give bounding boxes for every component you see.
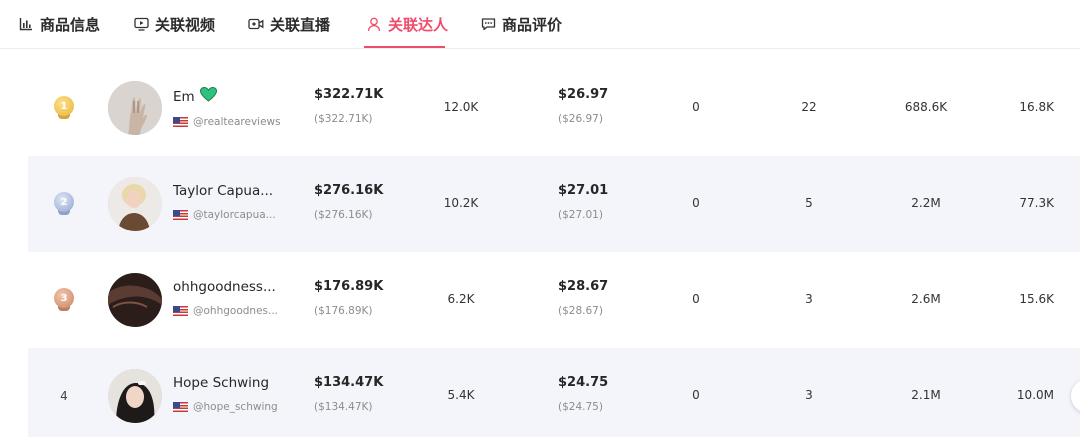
metric-cell: 3	[805, 292, 813, 306]
us-flag-icon	[173, 306, 188, 316]
tab-bar: 商品信息 关联视频 关联直播 关联达人 商品评价	[0, 0, 1080, 49]
green-heart-icon	[199, 87, 217, 106]
us-flag-icon	[173, 117, 188, 127]
bar-chart-icon	[18, 16, 34, 32]
avatar[interactable]	[108, 273, 162, 327]
revenue-sub: ($176.89K)	[314, 305, 373, 317]
avg-price-cell: $24.75 ($24.75)	[558, 375, 608, 413]
tab-related-creators[interactable]: 关联达人	[366, 12, 448, 36]
metric-cell: 0	[692, 196, 700, 210]
revenue-cell: $176.89K ($176.89K)	[314, 279, 383, 317]
avg-price-value: $24.75	[558, 375, 609, 390]
rank-number: 4	[60, 389, 68, 403]
person-icon	[366, 16, 382, 32]
revenue-sub: ($276.16K)	[314, 209, 373, 221]
avg-price-value: $28.67	[558, 279, 609, 294]
creator-info: Taylor Capua... @taylorcapua...	[173, 183, 298, 221]
tab-label: 商品信息	[40, 15, 101, 34]
live-camera-icon	[248, 16, 264, 32]
creator-handle: @realteareviews	[193, 116, 281, 128]
tab-label: 商品评价	[502, 15, 563, 34]
us-flag-icon	[173, 210, 188, 220]
revenue-value: $134.47K	[314, 375, 384, 390]
tab-related-live[interactable]: 关联直播	[248, 12, 330, 36]
sales-cell: 12.0K	[443, 100, 479, 114]
tab-label: 关联视频	[155, 15, 216, 34]
avg-price-sub: ($27.01)	[558, 209, 603, 221]
metric-cell: 16.8K	[1019, 100, 1054, 114]
table-row[interactable]: 2 Taylor Capua... @taylorcapua... $276.1…	[28, 156, 1080, 252]
revenue-value: $176.89K	[314, 279, 384, 294]
creator-name[interactable]: Taylor Capua...	[173, 183, 273, 199]
sales-cell: 5.4K	[447, 388, 475, 402]
metric-cell: 22	[801, 100, 817, 114]
creator-list: 1 Em @realteareviews $322.71K ($322.71K)…	[28, 60, 1080, 437]
metric-cell: 5	[805, 196, 813, 210]
avg-price-value: $26.97	[558, 87, 609, 102]
creator-handle: @ohhgoodnes...	[193, 305, 279, 317]
creator-info: ohhgoodness... @ohhgoodnes...	[173, 279, 298, 317]
creator-name[interactable]: Em	[173, 89, 195, 105]
metric-cell: 0	[692, 100, 700, 114]
creator-name[interactable]: ohhgoodness...	[173, 279, 276, 295]
gold-medal-icon: 1	[54, 96, 74, 120]
revenue-sub: ($322.71K)	[314, 113, 373, 125]
avg-price-sub: ($28.67)	[558, 305, 603, 317]
revenue-cell: $276.16K ($276.16K)	[314, 183, 383, 221]
sales-cell: 6.2K	[447, 292, 475, 306]
avg-price-cell: $26.97 ($26.97)	[558, 87, 608, 125]
avg-price-sub: ($24.75)	[558, 401, 603, 413]
avg-price-cell: $27.01 ($27.01)	[558, 183, 608, 221]
tab-product-info[interactable]: 商品信息	[18, 12, 100, 36]
video-screen-icon	[133, 16, 149, 32]
us-flag-icon	[173, 402, 188, 412]
bronze-medal-icon: 3	[54, 288, 74, 312]
followers-cell: 2.6M	[911, 292, 941, 306]
tab-label: 关联直播	[270, 15, 331, 34]
sales-cell: 10.2K	[443, 196, 479, 210]
metric-cell: 77.3K	[1019, 196, 1054, 210]
creator-info: Hope Schwing @hope_schwing	[173, 375, 298, 413]
metric-cell: 3	[805, 388, 813, 402]
followers-cell: 2.1M	[911, 388, 941, 402]
tab-label: 关联达人	[388, 15, 449, 34]
revenue-cell: $322.71K ($322.71K)	[314, 87, 383, 125]
table-row[interactable]: 4 Hope Schwing @hope_schwing $134.47K ($…	[28, 348, 1080, 437]
comment-icon	[480, 16, 496, 32]
table-row[interactable]: 1 Em @realteareviews $322.71K ($322.71K)…	[28, 60, 1080, 156]
rank-badge: 2	[52, 192, 76, 216]
creator-handle: @taylorcapua...	[193, 209, 276, 221]
revenue-cell: $134.47K ($134.47K)	[314, 375, 383, 413]
creator-handle: @hope_schwing	[193, 401, 278, 413]
active-tab-indicator	[364, 46, 445, 48]
rank-badge: 1	[52, 96, 76, 120]
metric-cell: 0	[692, 388, 700, 402]
tab-related-videos[interactable]: 关联视频	[133, 12, 215, 36]
avg-price-value: $27.01	[558, 183, 609, 198]
avatar[interactable]	[108, 369, 162, 423]
tab-product-reviews[interactable]: 商品评价	[480, 12, 562, 36]
revenue-value: $276.16K	[314, 183, 384, 198]
table-row[interactable]: 3 ohhgoodness... @ohhgoodnes... $176.89K…	[28, 252, 1080, 348]
metric-cell: 15.6K	[1019, 292, 1054, 306]
followers-cell: 688.6K	[904, 100, 948, 114]
metric-cell: 10.0M	[1016, 388, 1054, 402]
followers-cell: 2.2M	[911, 196, 941, 210]
silver-medal-icon: 2	[54, 192, 74, 216]
creator-info: Em @realteareviews	[173, 87, 298, 128]
metric-cell: 0	[692, 292, 700, 306]
creator-name[interactable]: Hope Schwing	[173, 375, 269, 391]
avg-price-sub: ($26.97)	[558, 113, 603, 125]
rank-badge: 4	[52, 384, 76, 408]
avg-price-cell: $28.67 ($28.67)	[558, 279, 608, 317]
avatar[interactable]	[108, 81, 162, 135]
revenue-sub: ($134.47K)	[314, 401, 373, 413]
avatar[interactable]	[108, 177, 162, 231]
revenue-value: $322.71K	[314, 87, 384, 102]
rank-badge: 3	[52, 288, 76, 312]
